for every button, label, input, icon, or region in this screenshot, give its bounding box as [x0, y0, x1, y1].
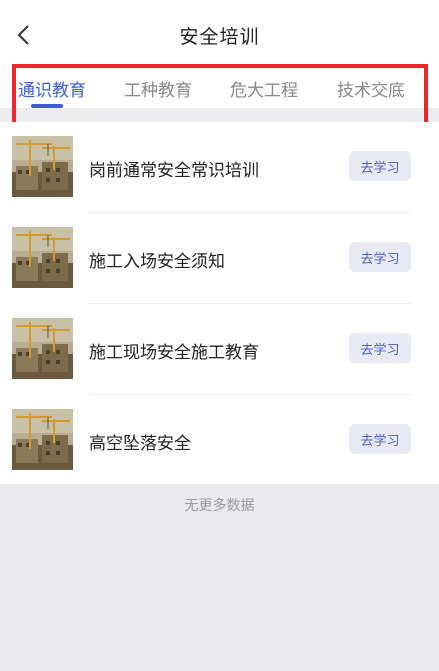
study-button[interactable]: 去学习: [349, 151, 411, 181]
list-item[interactable]: 高空坠落安全 去学习: [0, 395, 439, 486]
header: 安全培训: [0, 0, 439, 70]
tab-general-education[interactable]: 通识教育: [18, 76, 86, 101]
tab-technical-briefing[interactable]: 技术交底: [337, 76, 405, 101]
tab-trade-education[interactable]: 工种教育: [124, 76, 192, 101]
tab-bar: 通识教育 工种教育 危大工程 技术交底: [0, 66, 439, 108]
tab-major-hazard-projects[interactable]: 危大工程: [230, 76, 298, 101]
list-item[interactable]: 施工入场安全须知 去学习: [0, 213, 439, 304]
course-thumbnail: [12, 318, 73, 379]
course-title: 施工入场安全须知: [89, 252, 225, 272]
page-title: 安全培训: [179, 26, 260, 48]
study-button[interactable]: 去学习: [349, 424, 411, 454]
course-title: 岗前通常安全常识培训: [89, 161, 259, 181]
course-thumbnail: [12, 136, 73, 197]
course-title: 高空坠落安全: [89, 434, 191, 454]
no-more-data-label: 无更多数据: [184, 498, 255, 514]
course-title: 施工现场安全施工教育: [89, 343, 259, 363]
course-list: 岗前通常安全常识培训 去学习 施工入场安全须知 去学习 施工现场安全施工教育 去…: [0, 122, 439, 484]
course-thumbnail: [12, 227, 73, 288]
study-button[interactable]: 去学习: [349, 242, 411, 272]
list-item[interactable]: 岗前通常安全常识培训 去学习: [0, 122, 439, 213]
list-item[interactable]: 施工现场安全施工教育 去学习: [0, 304, 439, 395]
study-button[interactable]: 去学习: [349, 333, 411, 363]
course-thumbnail: [12, 409, 73, 470]
